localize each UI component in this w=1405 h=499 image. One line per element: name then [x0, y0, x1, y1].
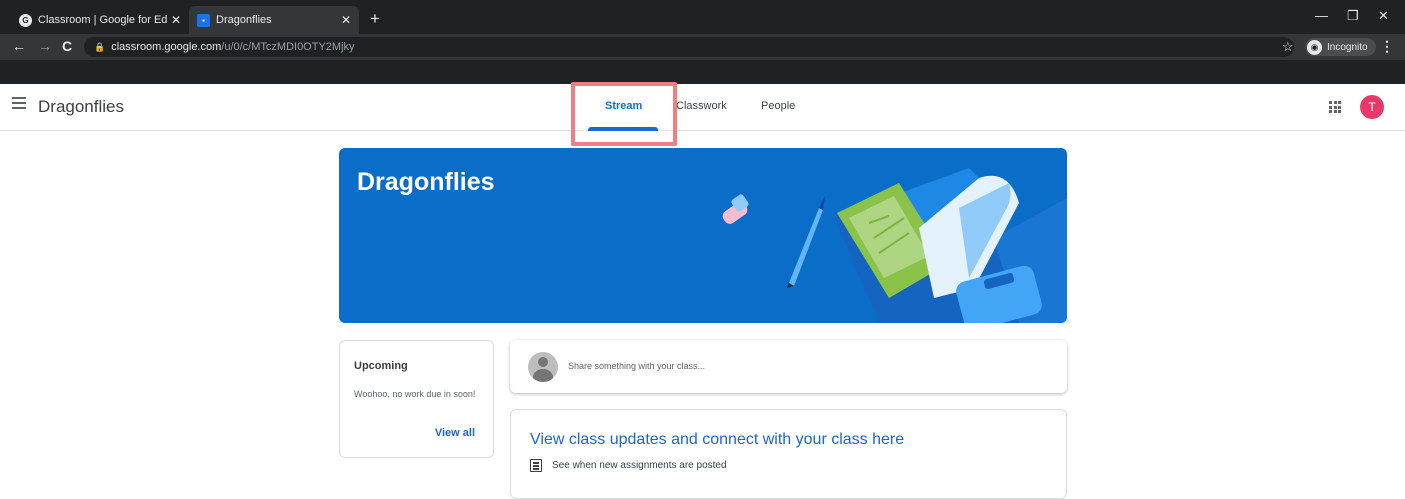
class-name[interactable]: Dragonflies [38, 97, 124, 117]
incognito-badge[interactable]: ◉ Incognito [1305, 38, 1376, 56]
app-header: Dragonflies Stream Classwork People [0, 84, 1405, 131]
avatar[interactable]: T [1360, 95, 1384, 119]
url-path: /u/0/c/MTczMDI0OTY2Mjky [221, 41, 355, 53]
forward-icon[interactable]: → [38, 38, 52, 54]
updates-row: See when new assignments are posted [530, 459, 727, 472]
hamburger-menu-icon[interactable] [12, 97, 26, 109]
updates-title: View class updates and connect with your… [530, 431, 905, 448]
share-placeholder[interactable]: Share something with your class... [568, 361, 705, 371]
browser-menu-icon[interactable]: ⋮ [1380, 38, 1394, 55]
address-bar[interactable]: 🔒 classroom.google.com/u/0/c/MTczMDI0OTY… [84, 37, 1294, 57]
reload-icon[interactable]: C [62, 38, 72, 54]
class-banner: Dragonflies [339, 148, 1067, 323]
upcoming-card: Upcoming Woohoo, no work due in soon! Vi… [339, 340, 494, 458]
banner-title: Dragonflies [357, 168, 495, 196]
backpack-illustration [722, 168, 1067, 323]
upcoming-text: Woohoo, no work due in soon! [354, 389, 476, 399]
google-icon: G [19, 13, 32, 27]
share-box[interactable]: Share something with your class... [510, 340, 1067, 393]
browser-tab-dragonflies[interactable]: ▪ Dragonflies ✕ [189, 6, 359, 34]
window-close-icon[interactable]: ✕ [1378, 8, 1389, 24]
close-icon[interactable]: ✕ [341, 13, 351, 27]
new-tab-icon[interactable]: + [370, 9, 380, 29]
tab-people[interactable]: People [761, 100, 795, 112]
lock-icon: 🔒 [94, 41, 106, 52]
google-apps-icon[interactable] [1329, 101, 1341, 113]
incognito-icon: ◉ [1307, 39, 1322, 55]
updates-card: View class updates and connect with your… [510, 409, 1067, 499]
browser-tab-classroom-google[interactable]: G Classroom | Google for Education ✕ [11, 7, 189, 33]
incognito-label: Incognito [1327, 41, 1368, 53]
restore-icon[interactable]: ❐ [1347, 8, 1359, 24]
user-avatar-icon [528, 352, 558, 382]
bookmark-star-icon[interactable]: ☆ [1282, 39, 1294, 55]
back-icon[interactable]: ← [12, 38, 26, 54]
assignment-icon [530, 459, 542, 472]
upcoming-title: Upcoming [354, 360, 408, 372]
url-host: classroom.google.com [111, 41, 222, 53]
active-tab-indicator [588, 127, 658, 131]
minimize-icon[interactable]: — [1315, 8, 1328, 23]
view-all-link[interactable]: View all [435, 427, 475, 439]
browser-tab-title: Classroom | Google for Education [38, 14, 167, 26]
classroom-icon: ▪ [197, 13, 210, 27]
updates-row-text: See when new assignments are posted [552, 460, 727, 471]
close-icon[interactable]: ✕ [171, 13, 181, 27]
tab-stream[interactable]: Stream [605, 100, 642, 112]
tab-classwork[interactable]: Classwork [676, 100, 727, 112]
browser-tab-title: Dragonflies [216, 14, 272, 26]
